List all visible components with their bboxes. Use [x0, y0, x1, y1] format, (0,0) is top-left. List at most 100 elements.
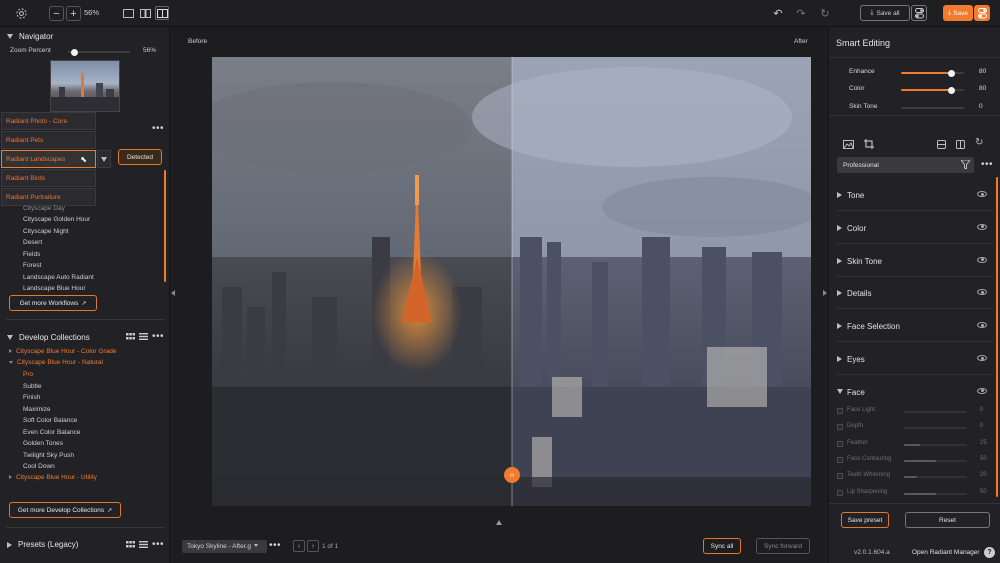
save-button[interactable]: ⤓ Save: [943, 5, 973, 21]
next-image-button[interactable]: ›: [307, 540, 319, 552]
sync-forward-button[interactable]: Sync forward: [756, 538, 810, 554]
slider-track[interactable]: [901, 69, 964, 77]
save-preset-button[interactable]: Save preset: [841, 512, 889, 528]
collection-item-open[interactable]: Cityscape Blue Hour - Natural: [9, 359, 103, 366]
grid-view-icon[interactable]: [126, 541, 136, 550]
develop-item[interactable]: Cool Down: [23, 463, 55, 470]
side-by-side-view-icon[interactable]: [139, 7, 151, 19]
face-row-face-contouring[interactable]: Face Contouring 50: [837, 455, 993, 467]
mask-icon[interactable]: [937, 140, 946, 151]
workflow-option-core[interactable]: Radiant Photo - Core: [1, 112, 96, 130]
slider-knob[interactable]: [947, 69, 955, 77]
workflow-item[interactable]: Landscape Auto Radiant: [23, 274, 94, 281]
zoom-slider-knob[interactable]: [70, 48, 78, 56]
file-more-icon[interactable]: •••: [269, 541, 281, 551]
eye-icon[interactable]: [977, 191, 987, 197]
develop-collections-header[interactable]: Develop Collections: [7, 333, 90, 342]
list-view-icon[interactable]: [139, 333, 148, 342]
face-row-track[interactable]: [904, 459, 967, 462]
crop-icon[interactable]: [864, 139, 874, 151]
prev-image-button[interactable]: ‹: [293, 540, 305, 552]
workflow-item[interactable]: Desert: [23, 239, 42, 246]
preset-select[interactable]: Professional: [837, 157, 974, 173]
workflow-item[interactable]: Cityscape Day: [23, 205, 65, 212]
slider-row-enhance[interactable]: Enhance 80: [849, 68, 989, 78]
split-view-icon[interactable]: [155, 6, 169, 20]
right-scrollbar[interactable]: [996, 177, 998, 497]
zoom-slider[interactable]: [68, 48, 130, 56]
workflow-more-icon[interactable]: •••: [152, 124, 164, 134]
eye-icon[interactable]: [977, 223, 987, 230]
section-eyes[interactable]: Eyes: [837, 343, 993, 375]
develop-item[interactable]: Even Color Balance: [23, 429, 80, 436]
face-row-checkbox[interactable]: [837, 424, 843, 431]
face-row-checkbox[interactable]: [837, 440, 843, 447]
workflow-scrollbar[interactable]: [164, 170, 166, 282]
face-row-track[interactable]: [904, 443, 967, 446]
list-view-icon[interactable]: [139, 541, 148, 550]
workflow-option-landscapes[interactable]: Radiant Landscapes ⬉: [1, 150, 96, 168]
face-row-teeth-whitening[interactable]: Teeth Whitening 20: [837, 471, 993, 483]
develop-more-icon[interactable]: •••: [152, 332, 164, 342]
face-row-depth[interactable]: Depth 0: [837, 422, 993, 434]
develop-item[interactable]: Finish: [23, 394, 40, 401]
file-select[interactable]: Tokyo Skyline - After.g: [182, 540, 267, 553]
single-view-icon[interactable]: [122, 7, 134, 19]
develop-item[interactable]: Soft Color Balance: [23, 417, 77, 424]
get-more-workflows-button[interactable]: Get more Workflows ↗: [9, 295, 97, 311]
slider-row-color[interactable]: Color 80: [849, 85, 989, 95]
undo-icon[interactable]: ↶: [772, 7, 784, 20]
develop-item[interactable]: Subtle: [23, 383, 41, 390]
section-face[interactable]: Face: [837, 376, 993, 408]
photo-canvas[interactable]: ‹›: [212, 57, 811, 506]
sync-all-button[interactable]: Sync all: [703, 538, 741, 554]
get-more-develop-button[interactable]: Get more Develop Collections ↗: [9, 502, 121, 518]
face-row-checkbox[interactable]: [837, 489, 843, 496]
section-color[interactable]: Color: [837, 212, 993, 244]
section-details[interactable]: Details: [837, 277, 993, 310]
workflow-option-portraiture[interactable]: Radiant Portraiture: [1, 188, 96, 206]
slider-knob[interactable]: [947, 86, 955, 94]
face-row-checkbox[interactable]: [837, 473, 843, 480]
image-icon[interactable]: [843, 140, 854, 151]
grid-view-icon[interactable]: [126, 333, 136, 342]
collection-item[interactable]: Cityscape Blue Hour - Utility: [9, 474, 97, 481]
section-face-selection[interactable]: Face Selection: [837, 310, 993, 343]
save-all-button[interactable]: ⤓ Save all: [860, 5, 910, 21]
workflow-option-pets[interactable]: Radiant Pets: [1, 131, 96, 149]
face-row-lip-sharpening[interactable]: Lip Sharpening 50: [837, 488, 993, 500]
section-tone[interactable]: Tone: [837, 179, 993, 211]
eye-icon[interactable]: [977, 256, 987, 263]
section-skin-tone[interactable]: Skin Tone: [837, 245, 993, 277]
face-row-track[interactable]: [904, 476, 967, 479]
slider-track[interactable]: [901, 107, 964, 109]
dropdown-arrow-icon[interactable]: [97, 150, 111, 168]
help-icon[interactable]: ?: [984, 547, 995, 558]
eye-icon[interactable]: [977, 387, 987, 394]
workflow-item[interactable]: Fields: [23, 251, 40, 258]
left-panel-collapse-icon[interactable]: [171, 290, 175, 296]
detected-button[interactable]: Detected: [118, 149, 162, 165]
slider-row-skin-tone[interactable]: Skin Tone 0: [849, 103, 989, 113]
open-radiant-manager-link[interactable]: Open Radiant Manager: [912, 549, 980, 556]
face-row-track[interactable]: [904, 492, 967, 495]
slider-track[interactable]: [901, 86, 964, 94]
eye-icon[interactable]: [977, 289, 987, 296]
develop-item[interactable]: Maximize: [23, 406, 50, 413]
face-row-feather[interactable]: Feather 25: [837, 439, 993, 451]
workflow-item[interactable]: Cityscape Golden Hour: [23, 216, 90, 223]
collection-item[interactable]: Cityscape Blue Hour - Color Grade: [9, 348, 116, 355]
presets-more-icon[interactable]: •••: [152, 540, 164, 550]
develop-item[interactable]: Golden Tones: [23, 440, 63, 447]
right-panel-collapse-icon[interactable]: [823, 290, 827, 296]
workflow-item[interactable]: Landscape Blue Hour: [23, 285, 86, 292]
eye-icon[interactable]: [977, 322, 987, 329]
workflow-option-birds[interactable]: Radiant Birds: [1, 169, 96, 187]
face-row-checkbox[interactable]: [837, 456, 843, 463]
presets-header[interactable]: Presets (Legacy): [7, 540, 78, 549]
preset-more-icon[interactable]: •••: [981, 160, 993, 170]
refresh-icon[interactable]: ↻: [819, 7, 831, 20]
save-all-toggle[interactable]: [911, 5, 927, 21]
compare-icon[interactable]: [956, 140, 965, 151]
zoom-in-button[interactable]: +: [66, 6, 81, 21]
